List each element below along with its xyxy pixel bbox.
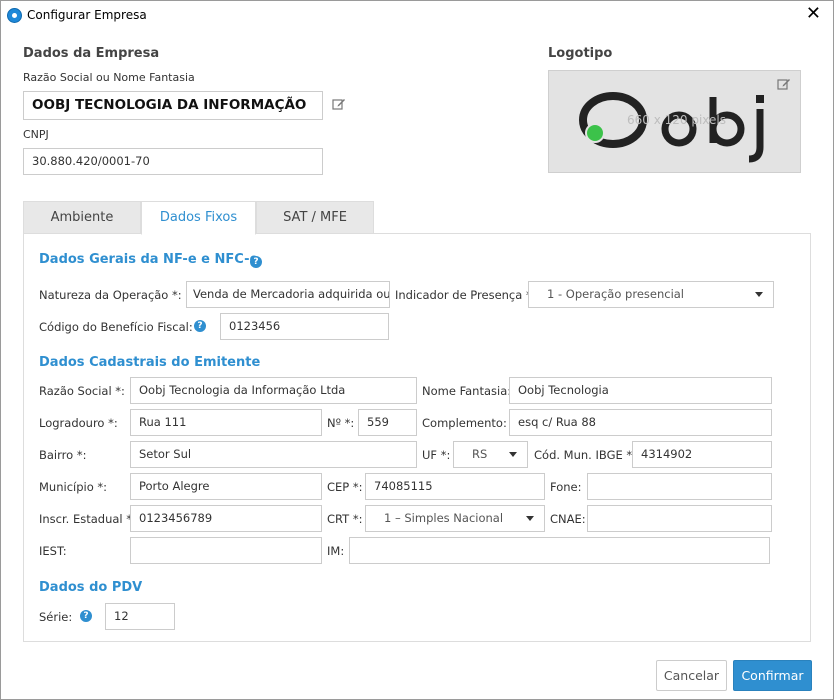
- ibge-input[interactable]: 4314902: [632, 441, 772, 468]
- uf-select[interactable]: RS: [453, 441, 528, 468]
- tab-sat-mfe[interactable]: SAT / MFE: [256, 201, 374, 234]
- crt-select[interactable]: 1 – Simples Nacional: [365, 505, 545, 532]
- nfe-section-title: Dados Gerais da NF-e e NFC-e: [39, 252, 259, 267]
- dados-fixos-panel: Dados Gerais da NF-e e NFC-e ? Natureza …: [23, 233, 811, 642]
- pdv-section-title: Dados do PDV: [39, 580, 143, 595]
- razao-social-input[interactable]: OOBJ TECNOLOGIA DA INFORMAÇÃO: [23, 91, 323, 120]
- cep-label: CEP *:: [327, 480, 363, 494]
- uf-label: UF *:: [422, 448, 451, 462]
- natureza-input[interactable]: Venda de Mercadoria adquirida ou: [186, 281, 390, 308]
- help-icon[interactable]: ?: [194, 320, 206, 332]
- chevron-down-icon: [509, 452, 517, 457]
- uf-value: RS: [472, 447, 488, 461]
- municipio-label: Município *:: [39, 480, 108, 494]
- beneficio-input[interactable]: 0123456: [220, 313, 389, 340]
- cnae-label: CNAE:: [550, 512, 586, 526]
- emit-razao-input[interactable]: Oobj Tecnologia da Informação Ltda: [130, 377, 417, 404]
- bairro-label: Bairro *:: [39, 448, 87, 462]
- fone-label: Fone:: [550, 480, 582, 494]
- window-title: Configurar Empresa: [27, 8, 147, 22]
- complemento-input[interactable]: esq c/ Rua 88: [509, 409, 772, 436]
- cep-input[interactable]: 74085115: [365, 473, 545, 500]
- cnpj-input[interactable]: 30.880.420/0001-70: [23, 148, 323, 175]
- iest-input[interactable]: [130, 537, 322, 564]
- im-label: IM:: [327, 544, 345, 558]
- app-icon: [7, 8, 22, 23]
- logotipo-section-title: Logotipo: [548, 46, 613, 61]
- bairro-input[interactable]: Setor Sul: [130, 441, 417, 468]
- emit-razao-label: Razão Social *:: [39, 384, 125, 398]
- municipio-input[interactable]: Porto Alegre: [130, 473, 322, 500]
- cnae-input[interactable]: [587, 505, 772, 532]
- serie-input[interactable]: 12: [105, 603, 175, 630]
- confirm-button[interactable]: Confirmar: [733, 660, 812, 691]
- logo-preview[interactable]: 660 x 120 pixels: [548, 70, 801, 173]
- logradouro-label: Logradouro *:: [39, 416, 118, 430]
- cnpj-label: CNPJ: [23, 128, 49, 141]
- empresa-section-title: Dados da Empresa: [23, 46, 160, 61]
- presenca-select[interactable]: 1 - Operação presencial: [528, 281, 774, 308]
- razao-social-label: Razão Social ou Nome Fantasia: [23, 71, 195, 84]
- help-icon[interactable]: ?: [250, 256, 262, 268]
- ie-label: Inscr. Estadual *:: [39, 512, 136, 526]
- chevron-down-icon: [755, 292, 763, 297]
- ibge-label: Cód. Mun. IBGE *:: [534, 448, 637, 462]
- complemento-label: Complemento:: [422, 416, 507, 430]
- ie-input[interactable]: 0123456789: [130, 505, 322, 532]
- presenca-label: Indicador de Presença *:: [395, 288, 536, 302]
- natureza-label: Natureza da Operação *:: [39, 288, 182, 302]
- emitente-section-title: Dados Cadastrais do Emitente: [39, 355, 261, 370]
- fantasia-input[interactable]: Oobj Tecnologia: [509, 377, 772, 404]
- numero-label: Nº *:: [327, 416, 355, 430]
- help-icon[interactable]: ?: [80, 610, 92, 622]
- im-input[interactable]: [349, 537, 770, 564]
- logo-edit-icon[interactable]: [777, 77, 791, 91]
- edit-icon[interactable]: [332, 97, 346, 111]
- beneficio-label: Código do Benefício Fiscal:: [39, 320, 193, 334]
- fone-input[interactable]: [587, 473, 772, 500]
- close-icon[interactable]: ✕: [806, 4, 821, 24]
- title-bar: Configurar Empresa ✕: [1, 1, 833, 31]
- tab-dados-fixos[interactable]: Dados Fixos: [141, 201, 256, 235]
- crt-value: 1 – Simples Nacional: [384, 511, 504, 525]
- numero-input[interactable]: 559: [358, 409, 417, 436]
- iest-label: IEST:: [39, 544, 67, 558]
- cancel-button[interactable]: Cancelar: [656, 660, 727, 691]
- configurar-empresa-dialog: Configurar Empresa ✕ Dados da Empresa Ra…: [0, 0, 834, 700]
- logo-dimensions: 660 x 120 pixels: [627, 113, 727, 127]
- chevron-down-icon: [526, 516, 534, 521]
- fantasia-label: Nome Fantasia:: [422, 384, 512, 398]
- serie-label: Série:: [39, 610, 73, 624]
- tab-ambiente[interactable]: Ambiente: [23, 201, 141, 234]
- crt-label: CRT *:: [327, 512, 363, 526]
- presenca-value: 1 - Operação presencial: [547, 287, 685, 301]
- logradouro-input[interactable]: Rua 111: [130, 409, 322, 436]
